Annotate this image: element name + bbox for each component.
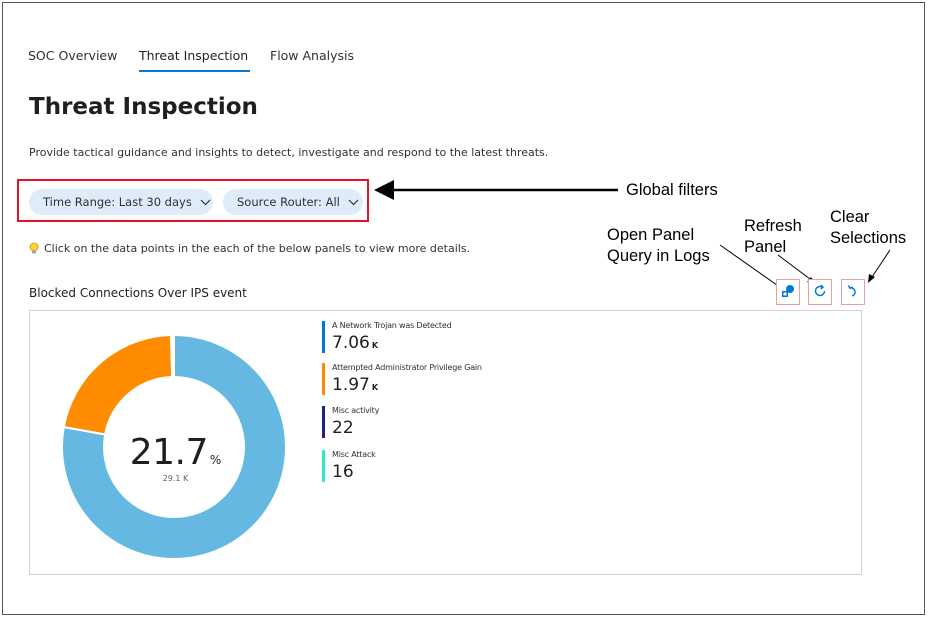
legend-label: A Network Trojan was Detected [332,321,452,330]
legend-color-bar [322,450,325,482]
open-panel-annotation-line1: Open Panel [607,226,695,244]
legend-label: Attempted Administrator Privilege Gain [332,363,482,372]
hint-text: Click on the data points in the each of … [44,242,471,255]
legend-color-bar [322,321,325,353]
clear-selections-button[interactable] [841,279,865,305]
legend-value: 22 [332,418,356,438]
chevron-down-icon [348,199,359,206]
tab-flow-analysis[interactable]: Flow Analysis [270,48,354,63]
legend-label: Misc Attack [332,450,376,459]
tab-soc-overview[interactable]: SOC Overview [28,48,117,63]
legend-unit: K [371,383,379,392]
global-filters-highlight: Time Range: Last 30 days Source Router: … [17,179,369,222]
open-panel-annotation-line2: Query in Logs [607,247,710,265]
global-filters-arrow [374,180,618,200]
legend-value: 7.06 K [332,333,378,353]
center-percentage: 21.7 [129,432,209,473]
open-query-in-logs-button[interactable] [776,279,800,305]
query-logs-icon [781,283,795,302]
page-subtitle: Provide tactical guidance and insights t… [29,146,549,159]
legend-value: 1.97 K [332,375,378,395]
chevron-down-icon [200,199,211,206]
donut-slice[interactable] [62,334,174,436]
refresh-panel-button[interactable] [808,279,832,305]
page-title: Threat Inspection [29,94,258,120]
donut-slice[interactable] [171,333,175,379]
undo-icon [846,283,860,302]
legend-number: 7.06 [332,333,370,353]
center-total: 29.1 K [162,474,189,483]
legend-number: 16 [332,462,354,482]
refresh-annotation-line1: Refresh [744,217,802,235]
source-router-filter[interactable]: Source Router: All [223,189,363,215]
center-percentage-unit: % [209,453,222,467]
legend-number: 1.97 [332,375,370,395]
panel-title: Blocked Connections Over IPS event [29,286,247,300]
time-range-label: Time Range: Last 30 days [43,195,192,209]
legend-color-bar [322,406,325,438]
tab-threat-inspection[interactable]: Threat Inspection [139,48,248,63]
donut-center-value: 21.7% [118,432,233,473]
global-filters-annotation: Global filters [626,181,718,199]
time-range-filter[interactable]: Time Range: Last 30 days [29,189,213,215]
lightbulb-icon [29,242,39,255]
legend-label: Misc activity [332,406,380,415]
legend-color-bar [322,363,325,395]
source-router-label: Source Router: All [237,195,340,209]
legend-number: 22 [332,418,354,438]
legend-unit: K [371,341,379,350]
active-tab-indicator [139,70,250,72]
legend-value: 16 [332,462,356,482]
refresh-icon [813,283,827,302]
clear-annotation-line1: Clear [830,208,870,226]
hint-text-row: Click on the data points in the each of … [29,242,470,255]
